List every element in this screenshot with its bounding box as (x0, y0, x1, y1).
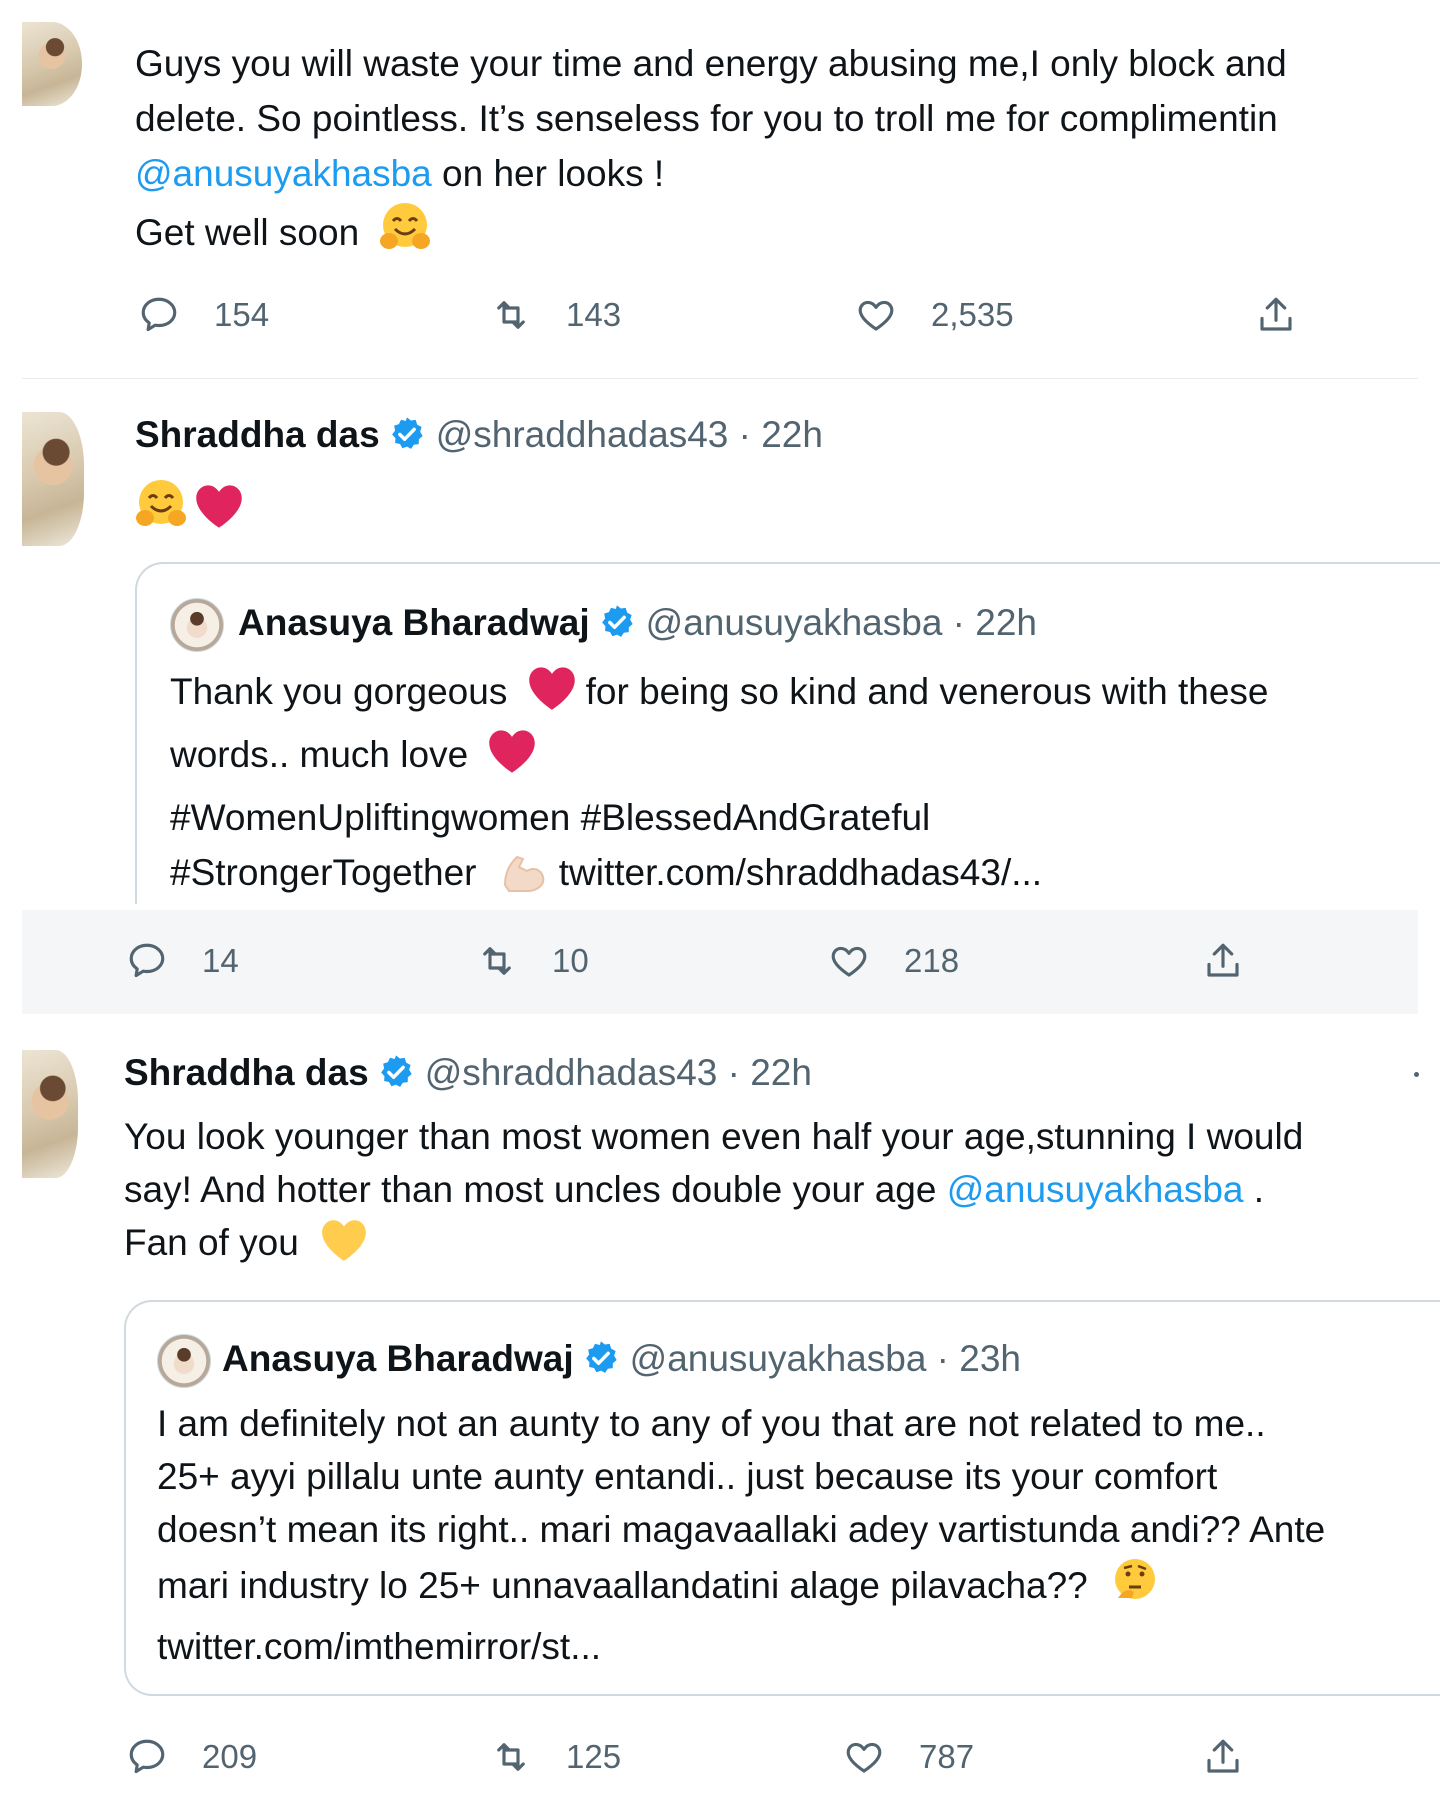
verified-badge-icon (585, 1341, 617, 1373)
quote-line: #WomenUpliftingwomen #BlessedAndGrateful (170, 797, 931, 838)
hugging-face-icon (135, 478, 187, 535)
red-heart-icon (526, 664, 578, 727)
retweet-button[interactable]: 125 (490, 1736, 621, 1778)
tweet-line: Fan of you (124, 1216, 1424, 1277)
tweet-text: Guys you will waste your time and energy… (135, 36, 1425, 268)
quote-line-text: words.. much love (170, 734, 469, 775)
mention-link[interactable]: @anusuyakhasba (947, 1169, 1244, 1210)
tweet-header: Shraddha das @shraddhadas43 · 22h (135, 414, 823, 456)
thinking-face-icon (1110, 1556, 1160, 1620)
tweet-line: Get well soon (135, 201, 1425, 268)
more-options-icon[interactable] (1414, 1072, 1419, 1077)
tweet-line-text: on her looks ! (431, 153, 665, 194)
like-button[interactable]: 218 (828, 940, 959, 982)
handle-time: @anusuyakhasba · 22h (645, 602, 1038, 643)
avatar (170, 598, 224, 652)
quote-text: Thank you gorgeous for being so kind and… (170, 664, 1430, 908)
quote-header: Anasuya Bharadwaj @anusuyakhasba · 23h (222, 1338, 1021, 1380)
retweet-icon (497, 301, 525, 329)
quote-line: doesn’t mean its right.. mari magavaalla… (157, 1509, 1326, 1550)
reply-count: 14 (202, 942, 239, 979)
author-name: Anasuya Bharadwaj (238, 602, 590, 643)
retweet-count: 10 (552, 942, 589, 979)
tweet-line: delete. So pointless. It’s senseless for… (135, 98, 1278, 139)
tweet-line-text: Get well soon (135, 212, 360, 253)
reply-icon (141, 297, 177, 332)
author-name: Anasuya Bharadwaj (222, 1338, 574, 1379)
hugging-face-icon (379, 201, 431, 268)
emoji-row (135, 478, 245, 535)
tweet-line: @anusuyakhasba on her looks ! (135, 146, 1425, 201)
like-button[interactable]: 2,535 (855, 294, 1014, 336)
reply-button[interactable]: 14 (126, 940, 239, 982)
share-icon (1207, 943, 1239, 977)
quote-link[interactable]: twitter.com/shraddhadas43/... (559, 852, 1042, 893)
reply-button[interactable]: 154 (138, 294, 269, 336)
author-name[interactable]: Shraddha das (135, 414, 380, 455)
quote-line: I am definitely not an aunty to any of y… (157, 1403, 1266, 1444)
tweet-text: You look younger than most women even ha… (124, 1110, 1424, 1277)
tweet-header: Shraddha das @shraddhadas43 · 22h (124, 1052, 812, 1094)
share-button[interactable] (1202, 1736, 1278, 1778)
reply-icon (129, 943, 165, 978)
like-button[interactable]: 787 (843, 1736, 974, 1778)
avatar (157, 1334, 211, 1388)
heart-icon (846, 1742, 882, 1773)
reply-button[interactable]: 209 (126, 1736, 257, 1778)
tweet-line-text: say! And hotter than most uncles double … (124, 1169, 947, 1210)
tweet-line: say! And hotter than most uncles double … (124, 1163, 1424, 1216)
heart-icon (858, 300, 894, 331)
reply-icon (129, 1739, 165, 1774)
quote-line-text: for being so kind and venerous with thes… (585, 671, 1269, 712)
red-heart-icon (486, 727, 538, 790)
quote-link[interactable]: twitter.com/imthemirror/st... (157, 1620, 1440, 1673)
retweet-icon (497, 1743, 525, 1771)
handle-time[interactable]: @shraddhadas43 · 22h (436, 414, 823, 455)
flexed-biceps-icon (497, 845, 549, 908)
tweet-line-text: Fan of you (124, 1222, 299, 1263)
tweet-line-text: . (1243, 1169, 1265, 1210)
tweet-line: Guys you will waste your time and energy… (135, 43, 1287, 84)
red-heart-icon (193, 482, 245, 535)
handle-time: @anusuyakhasba · 23h (629, 1338, 1022, 1379)
divider (22, 378, 1418, 379)
share-button[interactable] (1202, 940, 1278, 982)
verified-badge-icon (391, 417, 423, 449)
retweet-button[interactable]: 143 (490, 294, 621, 336)
verified-badge-icon (601, 605, 633, 637)
quote-line-text: Thank you gorgeous (170, 671, 508, 712)
tweet-line: You look younger than most women even ha… (124, 1116, 1304, 1157)
yellow-heart-icon (319, 1217, 369, 1277)
share-button[interactable] (1255, 294, 1331, 336)
like-count: 2,535 (931, 296, 1014, 333)
quote-line-text: #StrongerTogether (170, 852, 477, 893)
reply-count: 154 (214, 296, 270, 333)
quote-line: 25+ ayyi pillalu unte aunty entandi.. ju… (157, 1456, 1218, 1497)
retweet-count: 125 (566, 1738, 622, 1775)
retweet-button[interactable]: 10 (476, 940, 589, 982)
share-icon (1207, 1739, 1239, 1773)
quote-line: words.. much love (170, 727, 1430, 790)
share-icon (1260, 297, 1292, 331)
quote-header: Anasuya Bharadwaj @anusuyakhasba · 22h (238, 602, 1037, 644)
retweet-count: 143 (566, 296, 622, 333)
quote-line-text: mari industry lo 25+ unnavaallandatini a… (157, 1565, 1088, 1606)
mention-link[interactable]: @anusuyakhasba (135, 153, 432, 194)
quote-line: Thank you gorgeous for being so kind and… (170, 664, 1430, 727)
avatar[interactable] (22, 412, 84, 546)
handle-time[interactable]: @shraddhadas43 · 22h (425, 1052, 812, 1093)
avatar[interactable] (22, 1050, 78, 1178)
quote-text: I am definitely not an aunty to any of y… (157, 1397, 1440, 1673)
heart-icon (831, 946, 867, 977)
reply-count: 209 (202, 1738, 258, 1775)
like-count: 787 (919, 1738, 975, 1775)
like-count: 218 (904, 942, 960, 979)
retweet-icon (483, 947, 511, 975)
quote-line: mari industry lo 25+ unnavaallandatini a… (157, 1556, 1440, 1620)
quote-line: #StrongerTogether twitter.com/shraddhada… (170, 845, 1430, 908)
author-name[interactable]: Shraddha das (124, 1052, 369, 1093)
verified-badge-icon (380, 1055, 412, 1087)
avatar[interactable] (22, 22, 82, 106)
